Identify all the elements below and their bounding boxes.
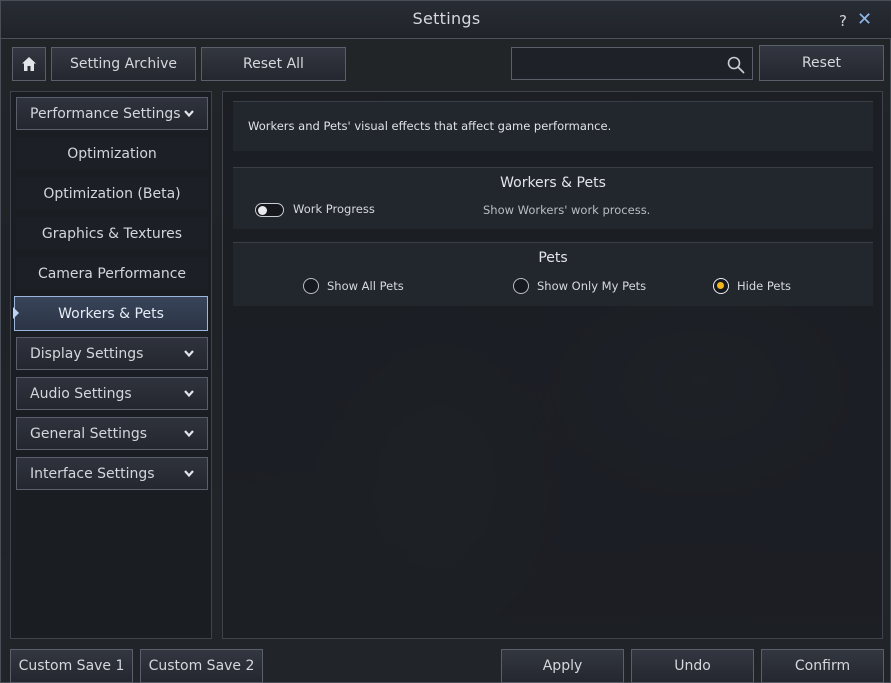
chevron-down-icon — [184, 470, 194, 478]
active-marker-icon — [13, 307, 19, 319]
section-title: Pets — [538, 250, 568, 266]
reset-all-button[interactable]: Reset All — [201, 47, 346, 81]
search-box — [511, 47, 753, 80]
settings-content-panel: Workers and Pets' visual effects that af… — [222, 91, 883, 639]
sidebar-item-label: Audio Settings — [30, 385, 132, 402]
reset-button[interactable]: Reset — [759, 45, 884, 81]
radio-button[interactable] — [513, 278, 529, 294]
undo-button[interactable]: Undo — [631, 649, 754, 683]
toggle-knob — [258, 205, 267, 215]
help-button[interactable]: ? — [839, 12, 847, 30]
sidebar-item-workers-pets[interactable]: Workers & Pets — [13, 296, 208, 331]
title-bar: Settings ? ✕ — [1, 1, 891, 39]
sidebar-item-display-settings[interactable]: Display Settings — [16, 337, 208, 370]
sidebar-item-label: Camera Performance — [37, 265, 187, 282]
workers-pets-section: Workers & Pets Work Progress Show Worker… — [233, 167, 873, 229]
window-title: Settings — [412, 9, 481, 28]
radio-button-selected[interactable] — [713, 278, 729, 294]
sidebar-item-label: Display Settings — [30, 345, 144, 362]
work-progress-label: Work Progress — [293, 202, 375, 216]
sidebar-item-general-settings[interactable]: General Settings — [16, 417, 208, 450]
section-title: Workers & Pets — [500, 175, 606, 191]
sidebar-item-label: Performance Settings — [30, 105, 181, 122]
radio-label: Show All Pets — [327, 279, 404, 293]
radio-label: Hide Pets — [737, 279, 791, 293]
sidebar-item-label: Workers & Pets — [58, 305, 164, 322]
apply-button[interactable]: Apply — [501, 649, 624, 683]
work-progress-description: Show Workers' work process. — [483, 203, 651, 217]
home-icon — [22, 57, 36, 71]
sidebar-item-optimization-beta[interactable]: Optimization (Beta) — [16, 177, 208, 210]
settings-window: Settings ? ✕ Setting Archive Reset All R… — [0, 0, 891, 683]
chevron-down-icon — [184, 110, 194, 118]
chevron-down-icon — [184, 430, 194, 438]
search-input[interactable] — [516, 51, 716, 77]
sidebar-item-optimization[interactable]: Optimization — [16, 137, 208, 170]
description-box: Workers and Pets' visual effects that af… — [233, 101, 873, 151]
sidebar-item-interface-settings[interactable]: Interface Settings — [16, 457, 208, 490]
chevron-down-icon — [184, 350, 194, 358]
close-button[interactable]: ✕ — [857, 9, 872, 30]
sidebar-item-graphics-textures[interactable]: Graphics & Textures — [16, 217, 208, 250]
custom-save-1-button[interactable]: Custom Save 1 — [10, 649, 133, 683]
description-text: Workers and Pets' visual effects that af… — [248, 119, 612, 133]
radio-show-only-my-pets[interactable]: Show Only My Pets — [513, 278, 646, 294]
search-icon[interactable] — [726, 55, 746, 75]
work-progress-toggle[interactable] — [255, 203, 284, 217]
radio-label: Show Only My Pets — [537, 279, 647, 293]
home-button[interactable] — [12, 47, 46, 81]
sidebar-item-camera-performance[interactable]: Camera Performance — [16, 257, 208, 290]
sidebar-item-label: Optimization — [67, 145, 157, 162]
pets-section: Pets Show All Pets Show Only My Pets Hid… — [233, 242, 873, 306]
setting-archive-button[interactable]: Setting Archive — [51, 47, 196, 81]
chevron-down-icon — [184, 390, 194, 398]
radio-button[interactable] — [303, 278, 319, 294]
sidebar-item-label: Graphics & Textures — [41, 225, 183, 242]
sidebar-item-performance-settings[interactable]: Performance Settings — [16, 97, 208, 130]
confirm-button[interactable]: Confirm — [761, 649, 884, 683]
custom-save-2-button[interactable]: Custom Save 2 — [140, 649, 263, 683]
radio-hide-pets[interactable]: Hide Pets — [713, 278, 791, 294]
sidebar-item-label: Optimization (Beta) — [43, 185, 181, 202]
sidebar-item-label: General Settings — [30, 425, 148, 442]
settings-sidebar: Performance Settings Optimization Optimi… — [10, 91, 212, 639]
radio-show-all-pets[interactable]: Show All Pets — [303, 278, 404, 294]
sidebar-item-label: Interface Settings — [30, 465, 155, 482]
sidebar-item-audio-settings[interactable]: Audio Settings — [16, 377, 208, 410]
